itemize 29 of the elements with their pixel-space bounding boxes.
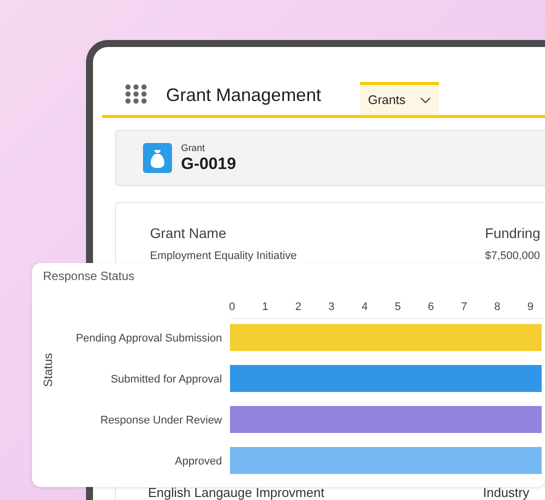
column-header: Grant Name bbox=[150, 225, 228, 241]
chart-title: Response Status bbox=[43, 269, 134, 283]
category-label: Approved bbox=[174, 456, 222, 468]
axis-tick-label: 7 bbox=[461, 301, 468, 313]
app-title: Grant Management bbox=[166, 85, 322, 106]
axis-tick-label: 4 bbox=[362, 301, 368, 313]
category-label: Response Under Review bbox=[100, 414, 222, 426]
axis-tick-label: 5 bbox=[394, 301, 401, 313]
object-label: Grant bbox=[181, 142, 206, 154]
column-header: Fundring bbox=[485, 225, 542, 241]
axis-tick-label: 3 bbox=[328, 301, 335, 313]
axis-tick-label: 1 bbox=[262, 301, 268, 313]
axis-tick-label: 0 bbox=[228, 301, 236, 313]
axis-tick-label: 8 bbox=[494, 301, 500, 313]
table-cell-text: English Langauge Improvment bbox=[148, 486, 326, 499]
chevron-down-icon[interactable] bbox=[420, 96, 431, 104]
axis-tick-label: 6 bbox=[428, 301, 434, 313]
table-cell-text: Industry bbox=[483, 486, 530, 499]
record-name: G-0019 bbox=[181, 154, 236, 174]
table-cell-text: Employment Equality Initiative bbox=[150, 250, 298, 262]
axis-tick-label: 2 bbox=[295, 301, 302, 313]
nav-tab[interactable]: Grants bbox=[360, 82, 439, 115]
app-launcher-icon[interactable] bbox=[125, 84, 147, 104]
axis-title: Status bbox=[41, 352, 55, 388]
category-label: Submitted for Approval bbox=[110, 374, 222, 386]
axis-tick-label: 9 bbox=[527, 301, 534, 313]
table-cell-text: $7,500,000 bbox=[485, 250, 542, 262]
category-label: Pending Approval Submission bbox=[76, 332, 222, 344]
money-bag-icon bbox=[143, 143, 172, 173]
